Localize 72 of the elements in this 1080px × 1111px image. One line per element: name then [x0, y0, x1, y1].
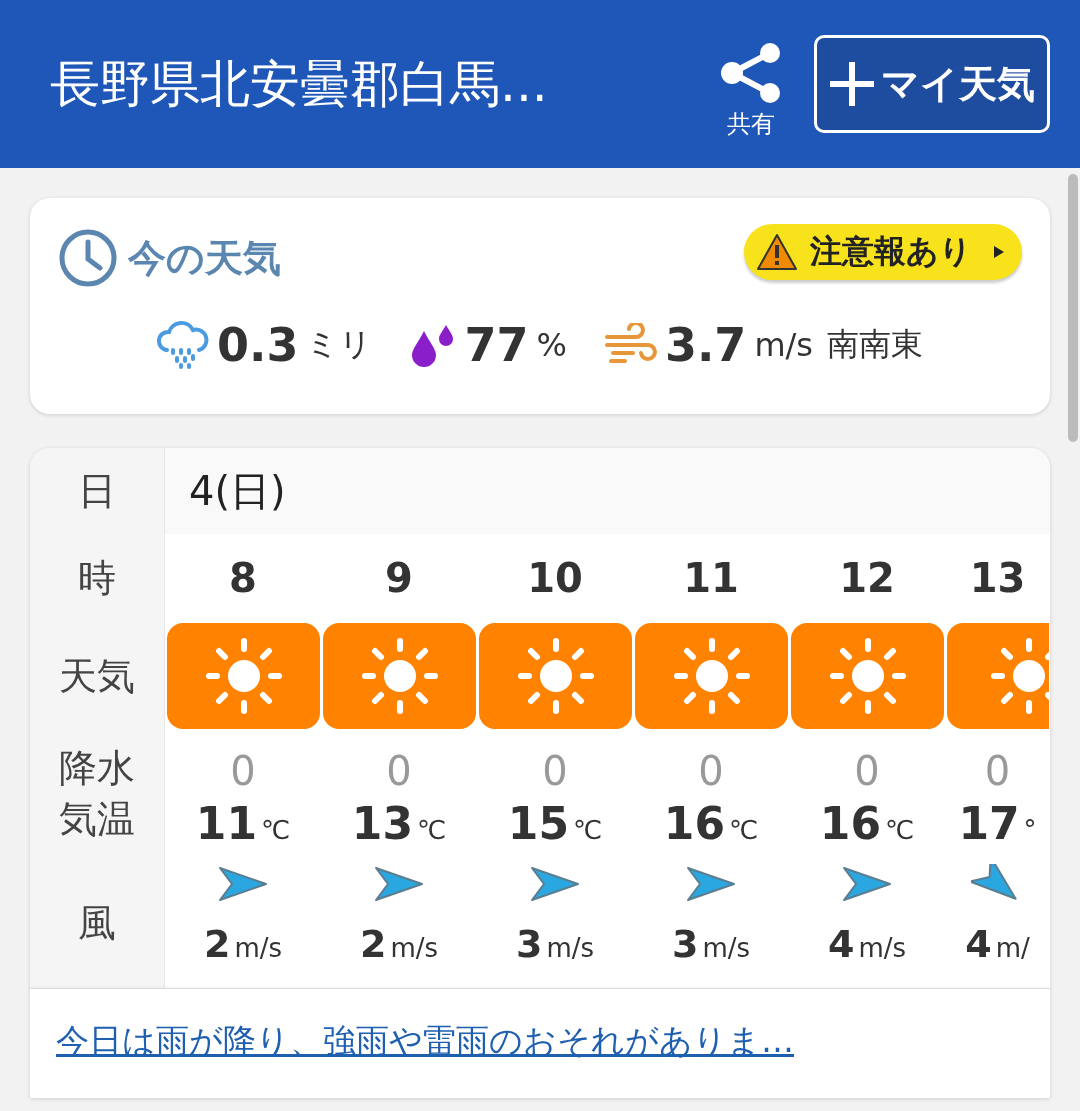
clock-icon — [58, 228, 118, 288]
wind-arrow-icon — [684, 864, 738, 904]
alert-badge[interactable]: 注意報あり — [744, 224, 1022, 280]
temperature-value: 16 — [663, 798, 725, 849]
sun-icon — [827, 636, 908, 716]
share-button[interactable]: 共有 — [718, 42, 784, 140]
hour-cell-text: 11 — [682, 554, 740, 603]
scrollbar-thumb[interactable] — [1068, 174, 1078, 442]
precipitation-cell-text: 0 — [983, 747, 1012, 794]
rain-cloud-icon — [154, 320, 209, 370]
wind-speed-unit: m/s — [234, 933, 283, 963]
wind-speed-value: 3.7 — [664, 318, 747, 372]
wind-speed-unit: m/s — [390, 933, 439, 963]
wind-speed-value: 2 — [359, 922, 387, 966]
warning-icon — [756, 233, 798, 271]
wind-speed-unit: m/s — [858, 933, 907, 963]
temperature-unit: ℃ — [885, 815, 915, 845]
wind-speed-unit: m/s — [702, 933, 751, 963]
temperature-unit: ℃ — [573, 815, 603, 845]
temperature-value: 13 — [351, 798, 413, 849]
row-label: 時 — [30, 534, 165, 622]
precipitation-cell-text: 0 — [697, 747, 725, 794]
temperature-value: 15 — [507, 798, 569, 849]
hour-cell-text: 9 — [384, 554, 414, 603]
wind-speed-value: 3 — [671, 922, 699, 966]
precipitation-cell-text: 0 — [853, 747, 881, 794]
sun-icon — [671, 636, 752, 716]
wind-speed-value: 4 — [965, 922, 992, 966]
temperature-unit: ° — [1023, 815, 1037, 845]
wind-arrow-icon — [528, 864, 582, 904]
precipitation-cell-text: 0 — [541, 747, 569, 794]
row-label: 風 — [30, 858, 165, 988]
row-label: 日 — [30, 448, 165, 534]
temperature-value: 17 — [958, 798, 1020, 849]
date-label: 4(日) — [189, 466, 286, 516]
page-title: 長野県北安曇郡白馬... — [50, 53, 549, 115]
humidity-unit: % — [536, 326, 567, 364]
precipitation-unit: ミリ — [306, 324, 373, 365]
hour-cell-text: 8 — [228, 554, 258, 603]
wind-arrow-icon — [840, 864, 894, 904]
temperature-value: 16 — [819, 798, 881, 849]
temperature-unit: ℃ — [729, 815, 759, 845]
wind-direction: 南南東 — [827, 324, 923, 365]
section-title: 今の天気 — [128, 234, 281, 282]
sun-icon — [515, 636, 596, 716]
forecast-summary-link[interactable]: 今日は雨が降り、強雨や雷雨のおそれがありま… — [56, 1021, 794, 1060]
wind-speed-value: 4 — [827, 922, 855, 966]
hour-cell-text: 12 — [838, 554, 896, 603]
wind-speed-unit: m/s — [546, 933, 595, 963]
temperature-unit: ℃ — [261, 815, 291, 845]
sun-icon — [359, 636, 440, 716]
row-label: 天気 — [30, 622, 165, 730]
hour-cell-text: 10 — [526, 554, 584, 603]
plus-icon — [827, 59, 877, 109]
temperature-value: 11 — [195, 798, 257, 849]
wind-speed-value: 2 — [203, 922, 231, 966]
precipitation-cell-text: 0 — [229, 747, 257, 794]
my-weather-button[interactable]: マイ天気 — [814, 35, 1050, 133]
precipitation-value: 0.3 — [216, 318, 299, 372]
wind-speed-unit: m/s — [754, 326, 813, 364]
precipitation-cell-text: 0 — [385, 747, 413, 794]
caret-icon — [992, 244, 1006, 260]
humidity-value: 77 — [464, 318, 529, 372]
wind-arrow-icon — [216, 864, 270, 904]
hour-cell-text: 13 — [968, 554, 1027, 603]
wind-arrow-icon — [372, 864, 426, 904]
wind-speed-unit: m/ — [995, 933, 1030, 963]
temperature-unit: ℃ — [417, 815, 447, 845]
row-label: 気温 — [30, 794, 165, 858]
sun-icon — [203, 636, 284, 716]
wind-speed-value: 3 — [515, 922, 543, 966]
row-label: 降水 — [30, 730, 165, 794]
